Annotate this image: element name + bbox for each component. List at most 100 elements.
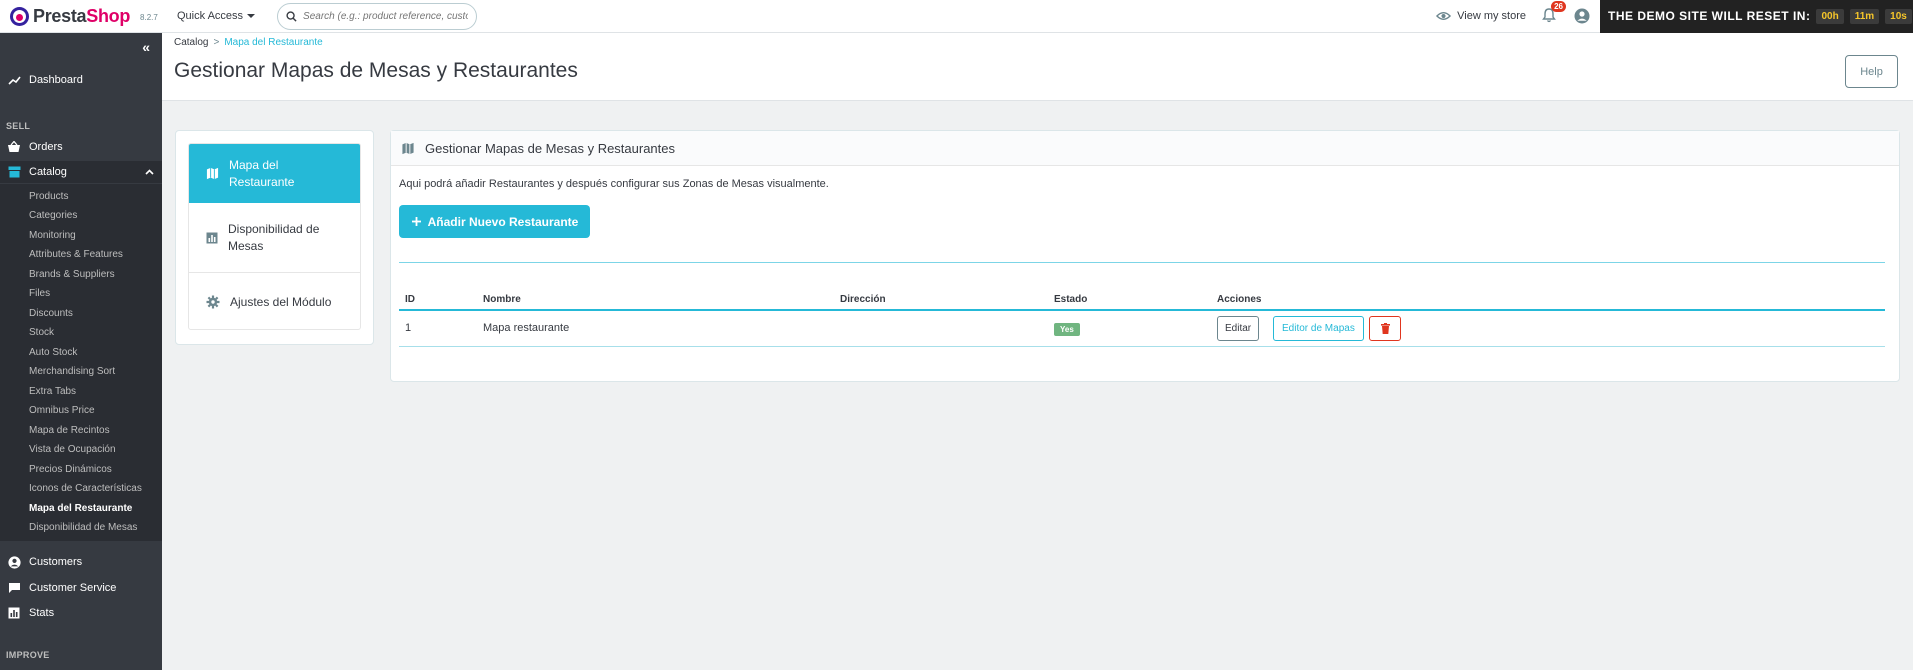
breadcrumb-catalog[interactable]: Catalog	[174, 37, 208, 48]
sidebar-subitem-precios-dinamicos[interactable]: Precios Dinámicos	[29, 464, 112, 475]
column-header-direccion: Dirección	[840, 294, 886, 305]
section-label-sell: SELL	[6, 121, 31, 131]
version-label: 8.2.7	[140, 13, 158, 22]
panel-heading-title: Gestionar Mapas de Mesas y Restaurantes	[425, 140, 676, 156]
sidebar-item-customer-service[interactable]: Customer Service	[0, 577, 162, 599]
catalog-submenu: Products Categories Monitoring Attribute…	[0, 184, 162, 541]
sidebar-subitem-extra-tabs[interactable]: Extra Tabs	[29, 386, 76, 397]
panel-heading: Gestionar Mapas de Mesas y Restaurantes	[391, 131, 1899, 166]
store-icon	[7, 165, 21, 179]
basket-icon	[7, 140, 21, 154]
restaurants-table: ID Nombre Dirección Estado Acciones 1 Ma…	[399, 291, 1885, 347]
sidebar-subitem-mapa-recintos[interactable]: Mapa de Recintos	[29, 425, 110, 436]
tab-label-line1: Mapa del	[229, 157, 279, 172]
tab-label-line1: Disponibilidad de	[228, 221, 320, 236]
sidebar-subitem-merchandising-sort[interactable]: Merchandising Sort	[29, 366, 115, 377]
panel-intro-text: Aqui podrá añadir Restaurantes y después…	[399, 178, 829, 190]
logo-text-shop: Shop	[86, 5, 131, 26]
timer-hours: 00h	[1816, 8, 1844, 24]
sidebar-subitem-stock[interactable]: Stock	[29, 327, 54, 338]
prestashop-logo[interactable]: PrestaShop 8.2.7	[0, 6, 165, 27]
tab-ajustes-modulo[interactable]: Ajustes del Módulo	[189, 273, 360, 329]
module-tabs-panel: Mapa del Restaurante Disponibilidad de Mes…	[175, 130, 374, 345]
restaurants-panel: Gestionar Mapas de Mesas y Restaurantes …	[390, 130, 1900, 382]
notifications-button[interactable]: 26	[1542, 1, 1566, 24]
breadcrumb: Catalog > Mapa del Restaurante	[174, 37, 323, 48]
page-header: Catalog > Mapa del Restaurante Gestionar M…	[162, 33, 1913, 101]
logo-text-presta: Presta	[33, 5, 87, 26]
eye-icon	[1436, 12, 1452, 20]
sidebar-nav: « Dashboard SELL Orders Catalog Products…	[0, 33, 162, 670]
column-header-id: ID	[405, 294, 415, 305]
map-icon	[206, 167, 219, 180]
chat-icon	[7, 581, 21, 595]
trending-up-icon	[7, 73, 21, 87]
sidebar-subitem-brands-suppliers[interactable]: Brands & Suppliers	[29, 269, 115, 280]
search-icon	[286, 10, 297, 22]
tab-mapa-restaurante[interactable]: Mapa del Restaurante	[189, 144, 360, 203]
map-editor-button[interactable]: Editor de Mapas	[1273, 316, 1364, 341]
sidebar-subitem-products[interactable]: Products	[29, 191, 68, 202]
bar-chart-icon	[7, 606, 21, 620]
account-button[interactable]	[1574, 8, 1590, 24]
section-divider	[399, 262, 1885, 263]
timer-seconds: 10s	[1885, 8, 1912, 24]
notifications-badge: 26	[1551, 1, 1566, 12]
tab-disponibilidad-mesas[interactable]: Disponibilidad de Mesas	[189, 203, 360, 272]
sidebar-subitem-omnibus-price[interactable]: Omnibus Price	[29, 405, 95, 416]
view-my-store-link[interactable]: View my store	[1436, 10, 1526, 22]
caret-down-icon	[247, 14, 256, 18]
chart-icon	[206, 232, 218, 243]
delete-button[interactable]	[1369, 316, 1401, 341]
user-circle-icon	[7, 555, 21, 569]
sidebar-item-catalog[interactable]: Catalog	[0, 161, 162, 183]
quick-access-dropdown[interactable]: Quick Access	[177, 10, 256, 22]
top-header: PrestaShop 8.2.7 Quick Access View my st…	[0, 0, 1913, 33]
sidebar-item-orders[interactable]: Orders	[0, 136, 162, 158]
search-input[interactable]	[303, 10, 469, 22]
sidebar-item-stats[interactable]: Stats	[0, 602, 162, 624]
add-restaurant-button[interactable]: Añadir Nuevo Restaurante	[399, 205, 590, 238]
timer-minutes: 11m	[1849, 8, 1880, 24]
plus-icon	[411, 217, 421, 226]
breadcrumb-current[interactable]: Mapa del Restaurante	[224, 37, 322, 48]
map-icon	[402, 142, 414, 154]
demo-reset-banner: THE DEMO SITE WILL RESET IN: 00h 11m 10s	[1600, 0, 1913, 33]
edit-button[interactable]: Editar	[1217, 316, 1260, 341]
page-title: Gestionar Mapas de Mesas y Restaurantes	[174, 59, 578, 82]
demo-reset-text: THE DEMO SITE WILL RESET IN:	[1608, 9, 1811, 23]
gear-icon	[206, 295, 220, 309]
tab-label: Ajustes del Módulo	[230, 294, 332, 309]
sidebar-subitem-monitoring[interactable]: Monitoring	[29, 230, 76, 241]
sidebar-subitem-attributes-features[interactable]: Attributes & Features	[29, 249, 123, 260]
sidebar-subitem-auto-stock[interactable]: Auto Stock	[29, 347, 77, 358]
table-header: ID Nombre Dirección Estado Acciones	[399, 291, 1885, 311]
sidebar-subitem-vista-ocupacion[interactable]: Vista de Ocupación	[29, 444, 116, 455]
collapse-sidebar-icon[interactable]: «	[142, 39, 150, 55]
quick-access-label: Quick Access	[177, 10, 244, 22]
column-header-acciones: Acciones	[1217, 294, 1262, 305]
view-my-store-label: View my store	[1457, 10, 1526, 22]
cell-nombre: Mapa restaurante	[483, 322, 570, 334]
prestashop-logo-icon	[10, 6, 29, 26]
search-box[interactable]	[277, 2, 478, 30]
breadcrumb-separator: >	[213, 37, 220, 48]
sidebar-subitem-mapa-restaurante[interactable]: Mapa del Restaurante	[29, 503, 132, 514]
user-circle-icon	[1574, 8, 1590, 24]
sidebar-item-customers[interactable]: Customers	[0, 551, 162, 573]
sidebar-subitem-disponibilidad-mesas[interactable]: Disponibilidad de Mesas	[29, 522, 137, 533]
sidebar-subitem-files[interactable]: Files	[29, 288, 50, 299]
column-header-estado: Estado	[1054, 294, 1088, 305]
sidebar-item-dashboard[interactable]: Dashboard	[0, 69, 162, 91]
sidebar-subitem-discounts[interactable]: Discounts	[29, 308, 73, 319]
sidebar-subitem-iconos-caracteristicas[interactable]: Iconos de Características	[29, 483, 142, 494]
add-restaurant-label: Añadir Nuevo Restaurante	[427, 214, 579, 229]
sidebar-subitem-categories[interactable]: Categories	[29, 210, 77, 221]
section-label-improve: IMPROVE	[6, 650, 50, 660]
chevron-up-icon	[145, 167, 154, 177]
tab-label-line2: Mesas	[228, 238, 264, 253]
status-badge[interactable]: Yes	[1054, 323, 1080, 336]
tab-label-line2: Restaurante	[229, 174, 295, 189]
trash-icon	[1380, 323, 1390, 334]
help-button[interactable]: Help	[1845, 55, 1898, 88]
